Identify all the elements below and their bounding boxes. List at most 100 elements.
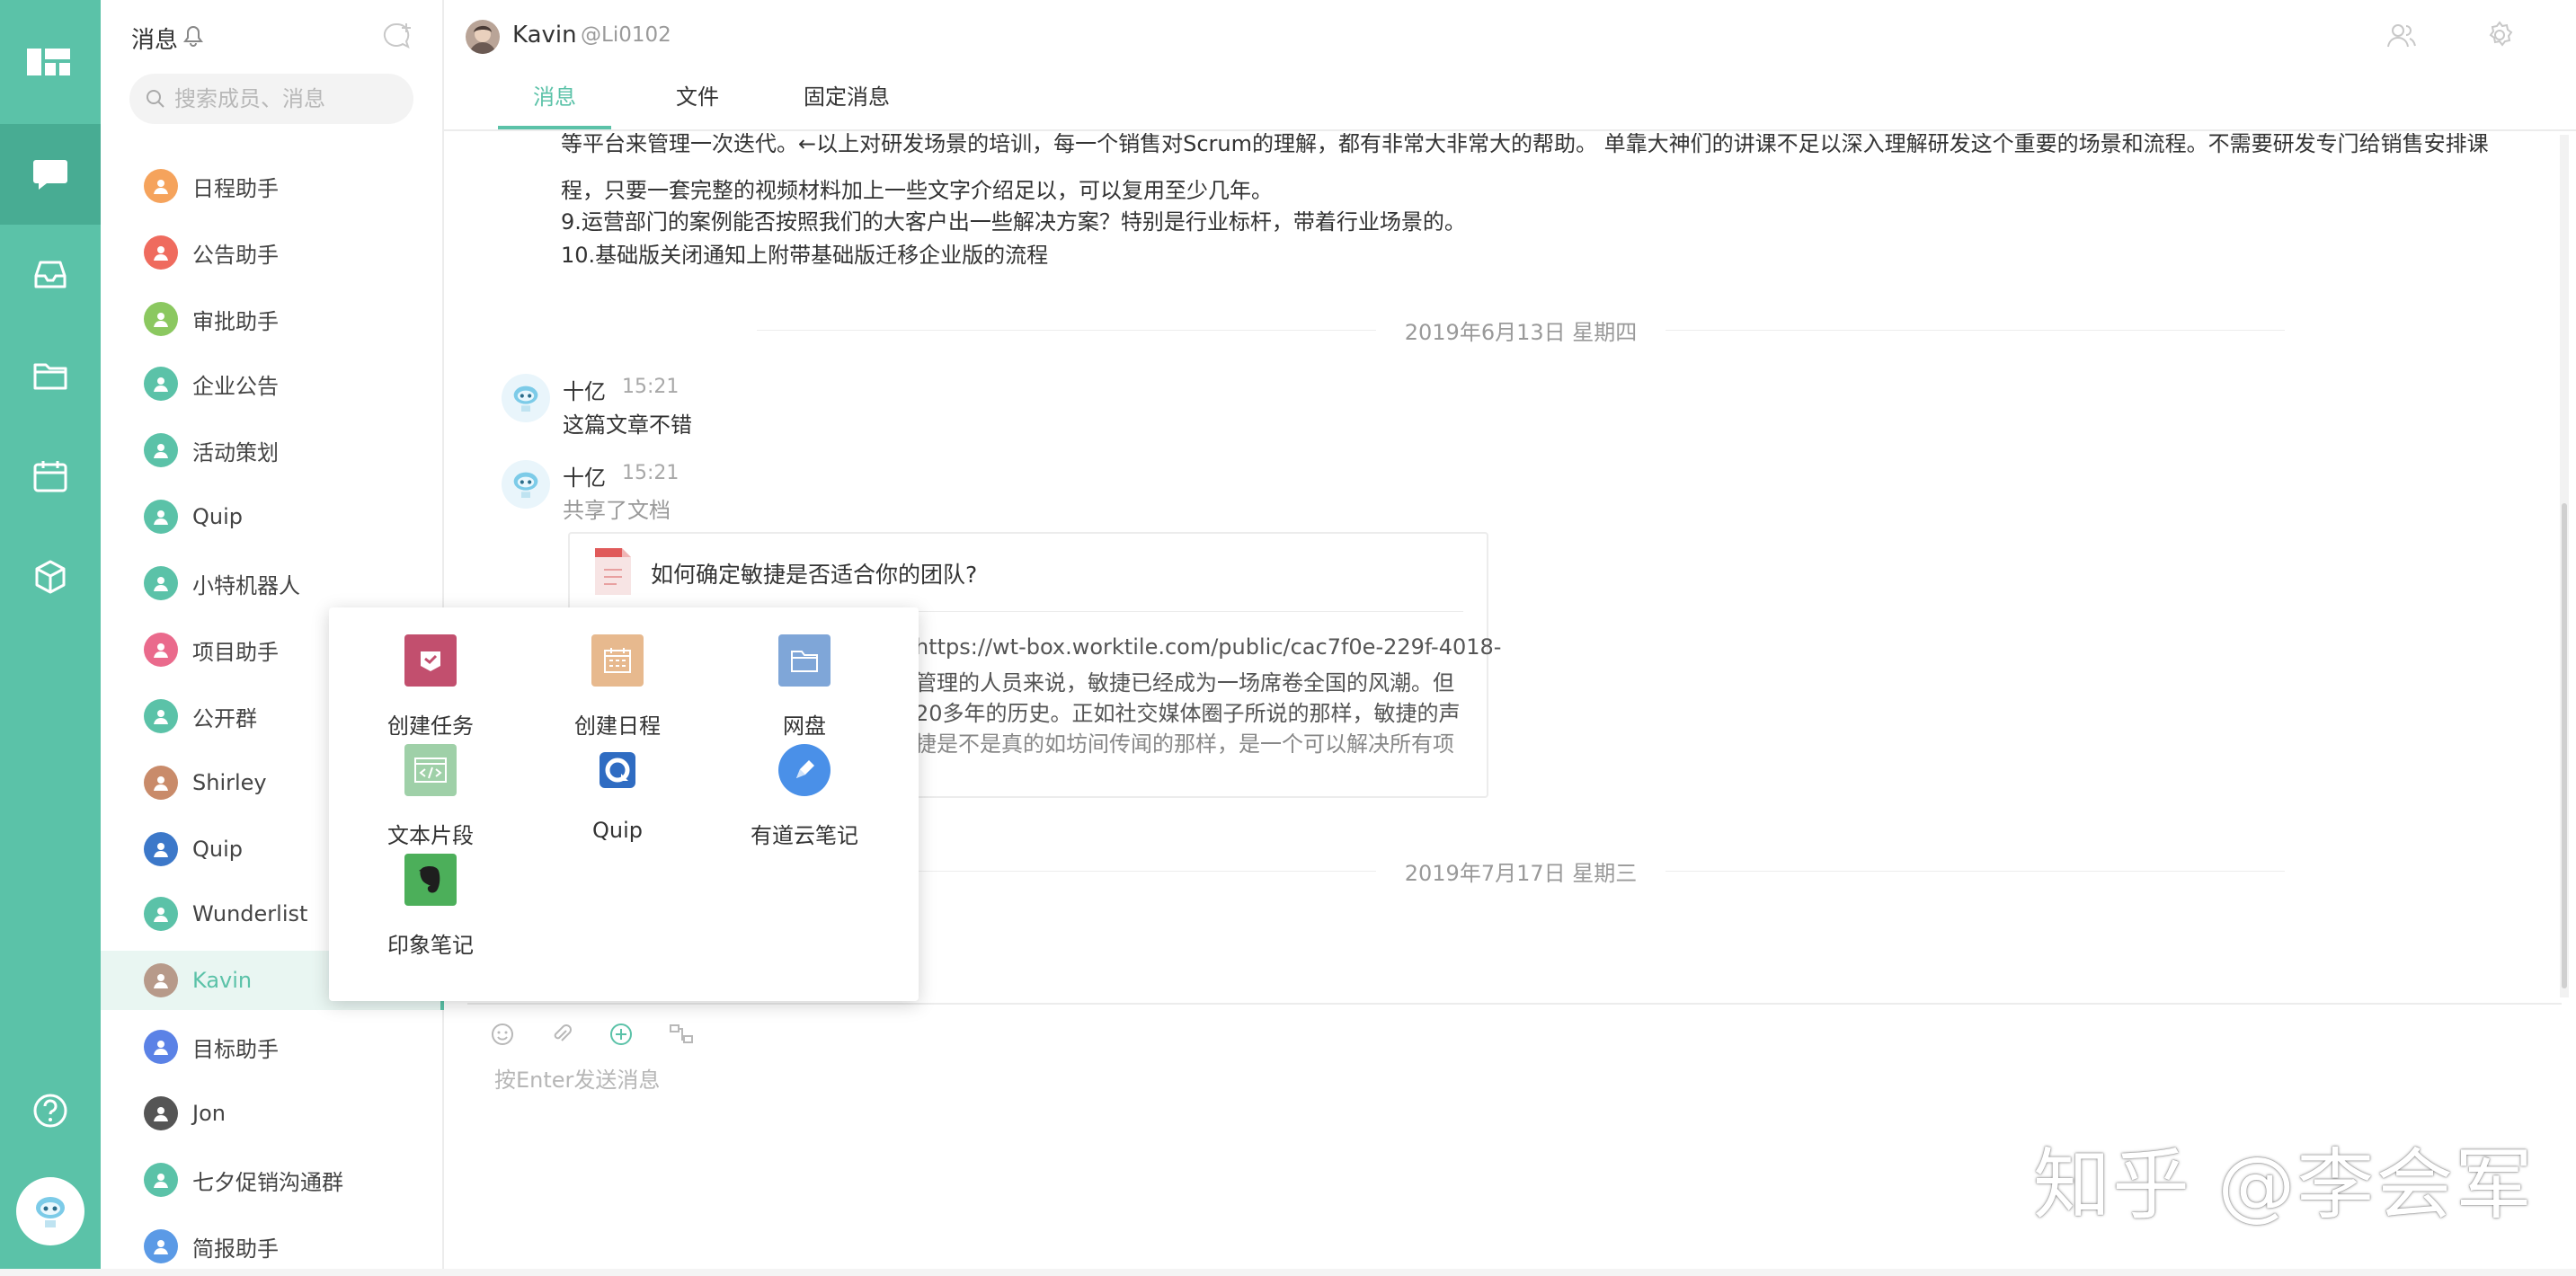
sidebar-item-16[interactable]: 简报助手 xyxy=(101,1217,444,1276)
doc-preview-line: https://wt-box.worktile.com/public/cac7f… xyxy=(915,634,1502,660)
app-window: 消息 日程助手公告助手审批助手企业公告活动策划 Quip 小特机器人项目助手公开群 S… xyxy=(0,0,2576,1269)
message-text: 这篇文章不错 xyxy=(563,412,692,438)
briefcase-icon xyxy=(144,633,178,667)
doc-preview-line: 管理的人员来说，敏捷已经成为一场席卷全国的风潮。但 xyxy=(915,670,1454,696)
settings-icon[interactable] xyxy=(2484,20,2515,50)
emoji-icon[interactable] xyxy=(491,1023,514,1046)
sidebar-item-1[interactable]: 公告助手 xyxy=(101,223,444,282)
sidebar-item-label: 简报助手 xyxy=(192,1236,279,1262)
sender-name: 十亿 xyxy=(563,465,606,491)
scrollbar-thumb[interactable] xyxy=(2562,503,2567,988)
drive-icon xyxy=(778,634,831,687)
app-create-task[interactable]: 创建任务 xyxy=(345,634,516,742)
youdao-icon xyxy=(778,744,831,796)
app-create-schedule[interactable]: 创建日程 xyxy=(532,634,703,742)
doc-preview-line: 捷是不是真的如坊间传闻的那样，是一个可以解决所有项 xyxy=(915,731,1454,757)
sidebar-item-label: 小特机器人 xyxy=(192,572,300,598)
sidebar-item-label: 活动策划 xyxy=(192,439,279,465)
attachment-icon[interactable] xyxy=(550,1023,573,1046)
message-time: 15:21 xyxy=(622,376,680,398)
photo-icon xyxy=(144,766,178,800)
photo-icon xyxy=(144,1096,178,1130)
app-label: 印象笔记 xyxy=(387,933,474,958)
search-input[interactable] xyxy=(174,86,399,111)
gear-icon xyxy=(144,699,178,733)
sidebar-item-0[interactable]: 日程助手 xyxy=(101,156,444,216)
tab-pinned[interactable]: 固定消息 xyxy=(793,79,901,129)
new-chat-icon[interactable] xyxy=(383,22,413,50)
inbox-icon[interactable] xyxy=(0,225,101,325)
members-icon[interactable] xyxy=(2385,20,2418,52)
sidebar-item-14[interactable]: Jon xyxy=(101,1084,444,1143)
calendar-icon xyxy=(144,169,178,203)
sidebar-title: 消息 xyxy=(131,27,179,54)
sidebar-item-label: 企业公告 xyxy=(192,373,279,399)
contact-name: Kavin xyxy=(512,22,577,49)
date-separator: 2019年6月13日 星期四 xyxy=(757,316,2286,345)
app-label: Quip xyxy=(591,818,643,843)
sidebar-item-label: 公告助手 xyxy=(192,242,279,268)
calendar-icon[interactable] xyxy=(0,426,101,527)
person-icon xyxy=(144,897,178,931)
sender-avatar[interactable] xyxy=(502,460,550,509)
sidebar-item-13[interactable]: 目标助手 xyxy=(101,1017,444,1077)
tab-files[interactable]: 文件 xyxy=(653,79,742,129)
sidebar-item-label: 目标助手 xyxy=(192,1036,279,1062)
snippet-icon xyxy=(404,744,457,796)
app-quip[interactable]: Quip xyxy=(532,744,703,852)
app-text-snippet[interactable]: 文本片段 xyxy=(345,744,516,852)
person-icon xyxy=(144,302,178,336)
message-text-line: 9.运营部门的案例能否按照我们的大客户出一些解决方案？特别是行业标杆，带着行业场… xyxy=(561,209,1466,235)
app-youdao-note[interactable]: 有道云笔记 xyxy=(719,744,890,852)
gear-icon xyxy=(144,367,178,401)
date-separator: 2019年7月17日 星期三 xyxy=(757,857,2286,886)
sidebar-item-3[interactable]: 企业公告 xyxy=(101,354,444,413)
tab-messages[interactable]: 消息 xyxy=(498,79,611,129)
sender-avatar[interactable] xyxy=(502,374,550,422)
chat-icon[interactable] xyxy=(0,124,101,225)
sidebar-item-label: 公开群 xyxy=(192,705,257,731)
message-subtitle: 共享了文档 xyxy=(563,498,671,523)
target-icon xyxy=(144,1030,178,1064)
schedule-icon xyxy=(591,634,644,687)
sidebar-item-15[interactable]: 七夕促销沟通群 xyxy=(101,1150,444,1210)
watermark: 知乎 @李会军 xyxy=(2033,1140,2535,1230)
sidebar-item-label: 七夕促销沟通群 xyxy=(192,1169,343,1195)
help-icon[interactable] xyxy=(0,1060,101,1161)
app-label: 有道云笔记 xyxy=(751,823,858,848)
doc-preview-line: 20多年的历史。正如社交媒体圈子所说的那样，敏捷的声 xyxy=(915,701,1461,726)
snippet-link-icon[interactable] xyxy=(669,1023,694,1046)
message-text-line: 10.基础版关闭通知上附带基础版迁移企业版的流程 xyxy=(561,243,1049,268)
cube-icon[interactable] xyxy=(0,527,101,627)
app-picker-popup: 创建任务 创建日程 网盘 文本片段 Quip 有道云笔记 印象笔记 xyxy=(329,607,919,1001)
sidebar-item-4[interactable]: 活动策划 xyxy=(101,421,444,480)
folder-icon[interactable] xyxy=(0,325,101,426)
message-text-line: 等平台来管理一次迭代。←以上对研发场景的培训，每一个销售对Scrum的理解，都有… xyxy=(561,133,2489,156)
message-text-line: 程，只要一套完整的视频材料加上一些文字介绍足以，可以复用至少几年。 xyxy=(561,178,1273,203)
user-avatar[interactable] xyxy=(0,1161,101,1262)
sidebar-item-label: 审批助手 xyxy=(192,308,279,334)
apps-icon[interactable] xyxy=(0,13,101,113)
bell-icon[interactable] xyxy=(183,25,203,47)
doc-title[interactable]: 如何确定敏捷是否适合你的团队? xyxy=(651,557,977,589)
contact-avatar[interactable] xyxy=(466,20,500,54)
sidebar-item-2[interactable]: 审批助手 xyxy=(101,289,444,349)
search-icon xyxy=(147,90,164,108)
quip-icon xyxy=(591,744,644,796)
add-app-icon[interactable] xyxy=(609,1023,633,1046)
message-time: 15:21 xyxy=(622,462,680,484)
report-icon xyxy=(144,1229,178,1263)
sidebar-item-6[interactable]: 小特机器人 xyxy=(101,554,444,613)
app-drive[interactable]: 网盘 xyxy=(719,634,890,742)
evernote-icon xyxy=(404,854,457,906)
pdf-file-icon xyxy=(595,548,631,595)
sidebar-item-label: 项目助手 xyxy=(192,639,279,665)
message-input[interactable] xyxy=(494,1068,2022,1093)
chat-header: Kavin @Li0102 消息 文件 固定消息 xyxy=(444,0,2576,131)
app-evernote[interactable]: 印象笔记 xyxy=(345,854,516,961)
sidebar-item-5[interactable]: Quip xyxy=(101,487,444,546)
sidebar-item-label: Quip xyxy=(192,837,244,862)
sidebar-item-label: Jon xyxy=(192,1101,226,1126)
task-icon xyxy=(404,634,457,687)
search-box[interactable] xyxy=(129,74,413,124)
